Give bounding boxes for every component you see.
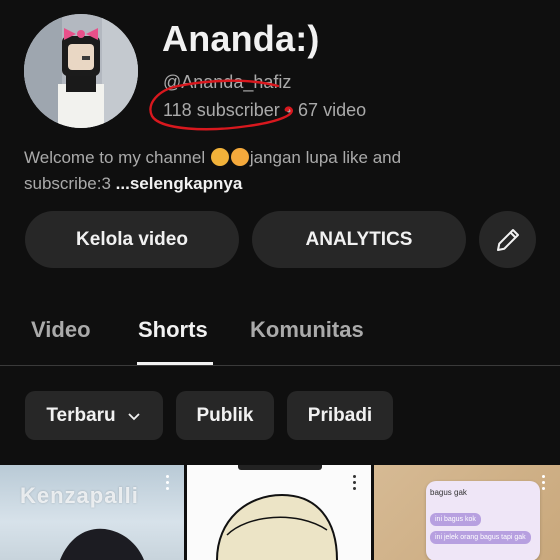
avatar-image: [24, 14, 138, 128]
red-annotation-scribble: [149, 79, 293, 131]
tab-shorts[interactable]: Shorts: [138, 317, 208, 343]
analytics-label: ANALYTICS: [305, 228, 413, 250]
chat-title: bagus gak: [430, 488, 467, 497]
short-thumbnail-1[interactable]: Kenzapalli: [0, 465, 184, 560]
manage-videos-label: Kelola video: [76, 228, 188, 250]
tab-video[interactable]: Video: [31, 317, 91, 343]
description-text-1: Welcome to my channel: [24, 148, 210, 167]
tabs-divider: [0, 365, 560, 366]
smiling-face-with-hearts-icon: [210, 148, 229, 166]
pencil-icon: [496, 228, 519, 251]
channel-name: Ananda:): [162, 18, 320, 59]
more-link[interactable]: ...selengkapnya: [116, 174, 243, 193]
short-thumbnail-3[interactable]: bagus gak ini bagus kok ini jelek orang …: [374, 465, 560, 560]
sketch-drawing: [216, 493, 338, 560]
video-count: 67 video: [298, 100, 367, 120]
filter-private-chip[interactable]: Pribadi: [287, 391, 393, 440]
more-options-icon[interactable]: [353, 475, 357, 493]
edit-channel-button[interactable]: [479, 211, 536, 268]
manage-videos-button[interactable]: Kelola video: [25, 211, 239, 268]
sort-dropdown[interactable]: Terbaru: [25, 391, 163, 440]
channel-avatar[interactable]: [24, 14, 138, 128]
chat-bubble-2: ini jelek orang bagus tapi gak: [430, 531, 531, 544]
channel-description[interactable]: Welcome to my channel jangan lupa like a…: [24, 145, 464, 197]
party-face-icon: [230, 148, 249, 166]
chevron-down-icon: [128, 412, 140, 420]
analytics-button[interactable]: ANALYTICS: [252, 211, 466, 268]
thumbnail-overlay-text: Kenzapalli: [20, 483, 139, 508]
more-options-icon[interactable]: [166, 475, 170, 493]
character-hair-graphic: [60, 528, 144, 560]
sort-label: Terbaru: [46, 404, 116, 426]
more-options-icon[interactable]: [542, 475, 546, 493]
filter-public-chip[interactable]: Publik: [176, 391, 274, 440]
chat-bubble-1: ini bagus kok: [430, 513, 481, 526]
tab-community[interactable]: Komunitas: [250, 317, 364, 343]
private-label: Pribadi: [307, 404, 373, 426]
public-label: Publik: [196, 404, 254, 426]
short-thumbnail-2[interactable]: [187, 465, 371, 560]
